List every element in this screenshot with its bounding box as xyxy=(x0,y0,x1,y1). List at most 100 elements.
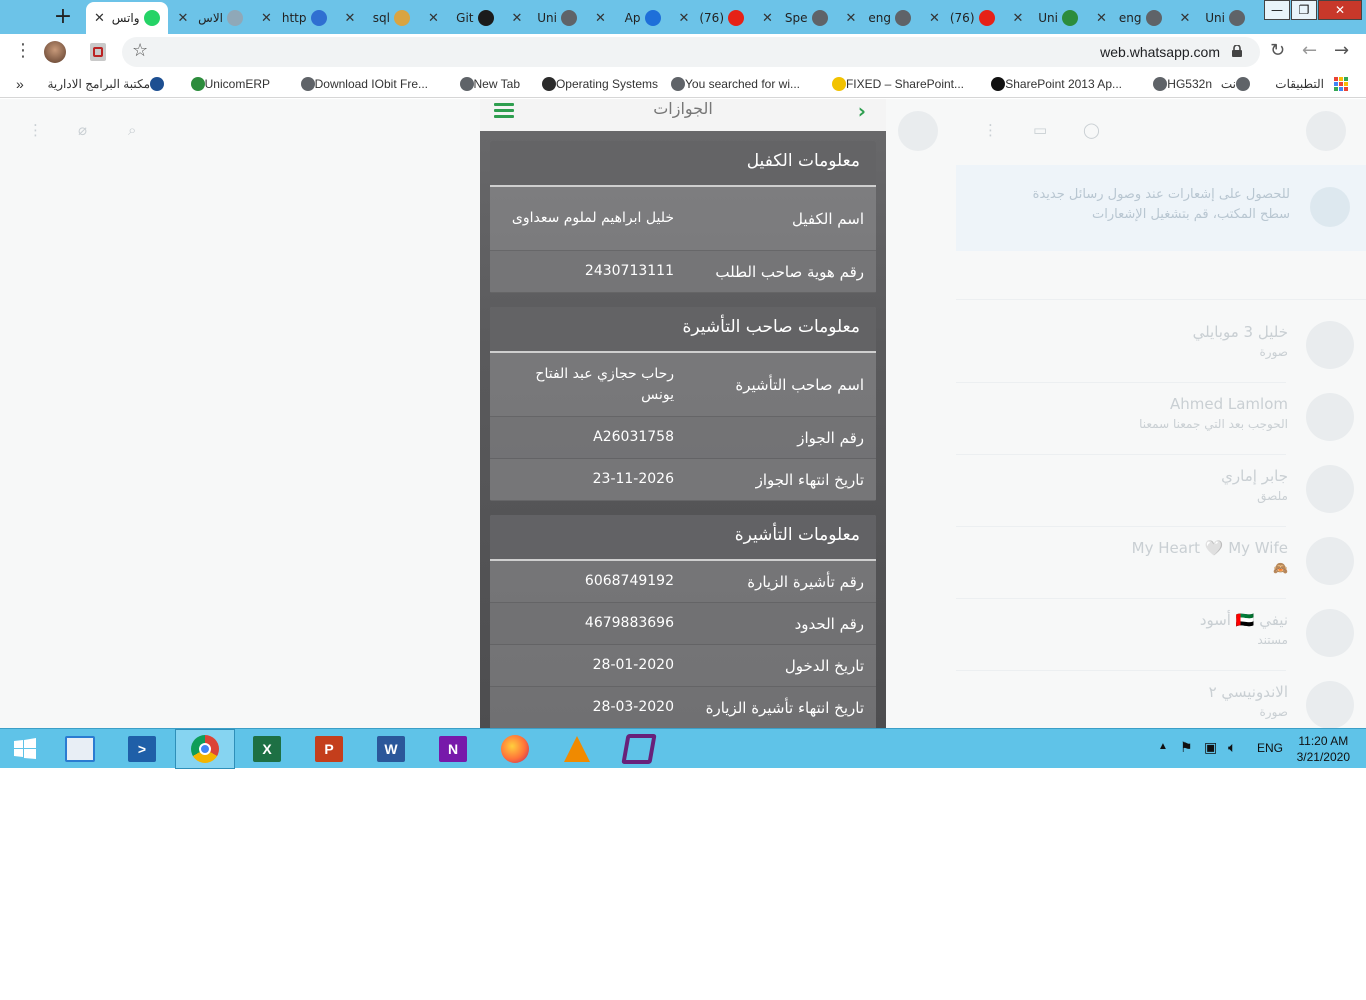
reload-icon[interactable]: ↻ xyxy=(1270,41,1285,61)
browser-tab[interactable]: ✕ http xyxy=(253,2,335,34)
tab-favicon-icon xyxy=(728,10,744,26)
bookmark-favicon-icon xyxy=(1236,77,1250,91)
bookmark-favicon-icon xyxy=(150,77,164,91)
browser-tab[interactable]: ✕ sql xyxy=(337,2,419,34)
ghost-banner-sub: سطح المكتب، قم بتشغيل الإشعارات xyxy=(1092,207,1290,222)
close-tab-icon[interactable]: ✕ xyxy=(679,11,693,26)
taskbar-file-explorer-icon[interactable] xyxy=(50,729,110,769)
ghost-chat-avatar xyxy=(1306,681,1354,729)
profile-avatar[interactable] xyxy=(44,41,66,63)
close-tab-icon[interactable]: ✕ xyxy=(261,11,275,26)
taskbar-powershell-icon[interactable]: > xyxy=(112,729,172,769)
close-tab-icon[interactable]: ✕ xyxy=(1013,11,1027,26)
browser-tab[interactable]: ✕ الاس xyxy=(170,2,252,34)
taskbar-onenote-icon[interactable]: N xyxy=(423,729,483,769)
browser-tab[interactable]: ✕ Git xyxy=(420,2,502,34)
browser-tab[interactable]: ✕ واتس xyxy=(86,2,168,34)
close-tab-icon[interactable]: ✕ xyxy=(94,11,108,26)
info-value: رحاب حجازي عبد الفتاح يونس xyxy=(535,365,674,403)
bookmark-label: Operating Systems xyxy=(555,77,658,91)
close-tab-icon[interactable]: ✕ xyxy=(178,11,192,26)
bookmark-item[interactable]: FIXED – SharePoint... xyxy=(826,75,964,93)
browser-tab[interactable]: ✕ eng xyxy=(838,2,920,34)
close-tab-icon[interactable]: ✕ xyxy=(1096,11,1110,26)
close-tab-icon[interactable]: ✕ xyxy=(428,11,442,26)
browser-tab[interactable]: ✕ Spe xyxy=(754,2,836,34)
browser-menu-icon[interactable]: ⋮ xyxy=(14,41,32,61)
bookmark-item[interactable]: New Tab xyxy=(454,75,520,93)
forward-icon[interactable]: → xyxy=(1334,41,1349,61)
bookmark-apps[interactable]: التطبيقات xyxy=(1275,75,1348,93)
taskbar-chrome-icon[interactable] xyxy=(175,729,235,769)
taskbar-powerpoint-icon[interactable]: P xyxy=(299,729,359,769)
browser-tab[interactable]: ✕ eng xyxy=(1088,2,1170,34)
bookmark-item[interactable]: Download IObit Fre... xyxy=(295,75,428,93)
tab-favicon-icon xyxy=(310,10,327,26)
close-tab-icon[interactable]: ✕ xyxy=(929,11,943,26)
close-tab-icon[interactable]: ✕ xyxy=(762,11,776,26)
pdf-extension-icon[interactable] xyxy=(90,43,106,61)
tab-favicon-icon xyxy=(227,10,243,26)
tab-favicon-icon xyxy=(811,10,828,26)
minimize-button[interactable]: — xyxy=(1264,0,1290,20)
taskbar-firefox-icon[interactable] xyxy=(485,729,545,769)
language-indicator[interactable]: ENG xyxy=(1257,741,1283,781)
browser-tab[interactable]: ✕ (76) xyxy=(921,2,1003,34)
ghost-chat-name: الاندونيسي ٢ xyxy=(1208,683,1288,701)
new-tab-button[interactable]: + xyxy=(48,4,78,30)
info-label: تاريخ الدخول xyxy=(784,656,864,675)
volume-icon[interactable]: 🔈︎ xyxy=(1228,739,1236,779)
address-bar[interactable]: ☆ web.whatsapp.com xyxy=(122,37,1260,67)
tray-overflow-icon[interactable]: ▲ xyxy=(1158,741,1168,781)
taskbar-excel-icon[interactable]: X xyxy=(237,729,297,769)
bookmark-star-icon[interactable]: ☆ xyxy=(132,40,148,61)
browser-tab[interactable]: ✕ Uni xyxy=(504,2,586,34)
close-tab-icon[interactable]: ✕ xyxy=(595,11,609,26)
bookmark-item[interactable]: نت xyxy=(1221,75,1256,93)
bookmark-item[interactable]: مكتبة البرامج الادارية xyxy=(47,75,170,93)
close-window-button[interactable]: ✕ xyxy=(1318,0,1362,20)
browser-toolbar: ⋮ ☆ web.whatsapp.com ↻ ← → xyxy=(0,34,1366,70)
browser-tab[interactable]: ✕ (76) xyxy=(671,2,753,34)
info-row: تاريخ الدخول 28-01-2020 xyxy=(490,645,876,687)
bookmark-item[interactable]: UnicomERP xyxy=(185,75,270,93)
tab-label: http xyxy=(281,11,307,25)
bookmark-label: HG532n xyxy=(1167,77,1212,91)
browser-tab[interactable]: ✕ Ap xyxy=(587,2,669,34)
bookmark-item[interactable]: Operating Systems xyxy=(536,75,658,93)
windows-taskbar: ▲ ⚑ ▣ 🔈︎ ENG 11:20 AM 3/21/2020 > X P W N xyxy=(0,728,1366,769)
bookmark-item[interactable]: HG532n xyxy=(1147,75,1212,93)
info-value: 23-11-2026 xyxy=(592,471,674,487)
network-icon[interactable]: ▣ xyxy=(1204,739,1217,779)
system-clock[interactable]: 11:20 AM 3/21/2020 xyxy=(1297,733,1350,765)
url-text[interactable]: web.whatsapp.com xyxy=(1100,44,1220,60)
maximize-button[interactable]: ❐ xyxy=(1291,0,1317,20)
chevron-right-icon[interactable]: › xyxy=(858,99,866,123)
browser-tab[interactable]: ✕ Uni xyxy=(1005,2,1087,34)
close-tab-icon[interactable]: ✕ xyxy=(1180,11,1194,26)
bookmark-item[interactable]: You searched for wi... xyxy=(665,75,800,93)
ghost-chat-avatar xyxy=(898,111,938,151)
bookmarks-overflow-button[interactable]: » xyxy=(16,75,24,93)
info-row: اسم صاحب التأشيرة رحاب حجازي عبد الفتاح ي… xyxy=(490,353,876,417)
ghost-chat-avatar xyxy=(1306,537,1354,585)
close-tab-icon[interactable]: ✕ xyxy=(846,11,860,26)
browser-tab[interactable]: ✕ Uni xyxy=(1172,2,1254,34)
info-label: اسم الكفيل xyxy=(792,209,864,228)
close-tab-icon[interactable]: ✕ xyxy=(512,11,526,26)
action-center-flag-icon[interactable]: ⚑ xyxy=(1180,739,1193,779)
lock-icon[interactable] xyxy=(1232,45,1242,57)
tab-favicon-icon xyxy=(143,10,160,26)
info-value: 2430713111 xyxy=(584,263,674,279)
taskbar-start-icon[interactable] xyxy=(0,729,50,769)
ghost-search-icon: ⌕ xyxy=(128,121,137,139)
taskbar-word-icon[interactable]: W xyxy=(361,729,421,769)
taskbar-visual-studio-icon[interactable] xyxy=(609,729,669,769)
bookmark-item[interactable]: SharePoint 2013 Ap... xyxy=(985,75,1122,93)
taskbar-vlc-icon[interactable] xyxy=(547,729,607,769)
back-icon[interactable]: ← xyxy=(1302,41,1317,61)
tab-favicon-icon xyxy=(477,10,494,26)
ghost-chat-avatar xyxy=(1306,393,1354,441)
close-tab-icon[interactable]: ✕ xyxy=(345,11,359,26)
menu-icon[interactable] xyxy=(494,103,514,119)
